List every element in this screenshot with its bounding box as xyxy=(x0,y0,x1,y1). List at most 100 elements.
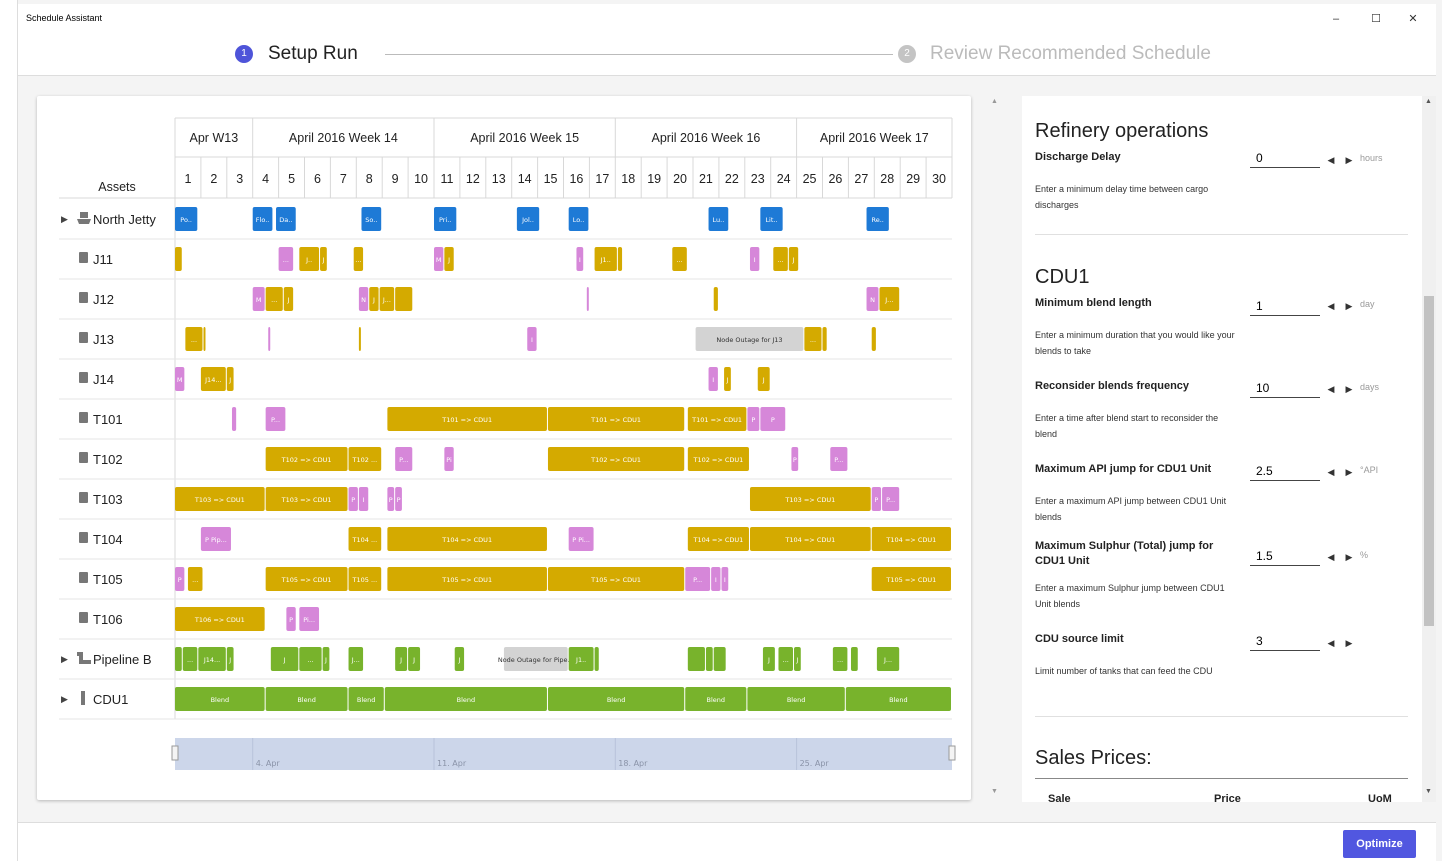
gantt-bar[interactable] xyxy=(586,287,589,311)
gantt-scrollbar[interactable]: ▲ ▼ xyxy=(988,96,1002,800)
min-blend-length-input[interactable] xyxy=(1250,296,1320,316)
scroll-down-icon[interactable]: ▼ xyxy=(991,788,998,795)
gantt-bar-label: T103 => CDU1 xyxy=(194,496,245,504)
scroll-up-icon[interactable]: ▲ xyxy=(991,98,998,105)
expand-icon[interactable]: ▶ xyxy=(61,655,68,665)
gantt-bar[interactable] xyxy=(358,327,361,351)
increment-icon[interactable]: ▶ xyxy=(1344,551,1354,563)
decrement-icon[interactable]: ◀ xyxy=(1326,637,1336,649)
row-label-t106[interactable]: T106 xyxy=(93,612,123,627)
gantt-bar-label: J xyxy=(228,656,231,664)
decrement-icon[interactable]: ◀ xyxy=(1326,300,1336,312)
gantt-bar[interactable] xyxy=(705,647,713,671)
row-label-j14[interactable]: J14 xyxy=(93,372,114,387)
max-api-jump-input[interactable] xyxy=(1250,461,1320,481)
increment-icon[interactable]: ▶ xyxy=(1344,300,1354,312)
gantt-bar-label: Pi... xyxy=(303,616,315,624)
gantt-bar[interactable] xyxy=(617,247,623,271)
decrement-icon[interactable]: ◀ xyxy=(1326,383,1336,395)
max-api-jump-label: Maximum API jump for CDU1 Unit xyxy=(1035,463,1212,475)
row-label-pipeline-b[interactable]: Pipeline B xyxy=(93,652,152,667)
optimize-button[interactable]: Optimize xyxy=(1343,830,1416,858)
row-label-north-jetty[interactable]: North Jetty xyxy=(93,212,156,227)
settings-scrollbar[interactable]: ▲ ▼ xyxy=(1422,96,1436,802)
tank-icon xyxy=(79,252,88,263)
gantt-bar[interactable] xyxy=(871,327,876,351)
gantt-bar[interactable] xyxy=(231,407,237,431)
discharge-delay-input[interactable] xyxy=(1250,148,1320,168)
day-label: 22 xyxy=(725,172,739,186)
gantt-bar[interactable] xyxy=(395,287,413,311)
cdu-source-limit-label: CDU source limit xyxy=(1035,633,1124,645)
row-label-j13[interactable]: J13 xyxy=(93,332,114,347)
left-edge xyxy=(0,0,18,861)
window-title: Schedule Assistant xyxy=(26,13,103,23)
cdu-source-limit-desc: Limit number of tanks that can feed the … xyxy=(1035,666,1213,676)
decrement-icon[interactable]: ◀ xyxy=(1326,154,1336,166)
reconsider-frequency-label: Reconsider blends frequency xyxy=(1035,380,1190,392)
tank-icon xyxy=(79,452,88,463)
gantt-bar-label: J xyxy=(792,256,795,264)
scroll-up-icon[interactable]: ▲ xyxy=(1425,98,1432,105)
gantt-bar-label: Blend xyxy=(357,696,376,704)
maximize-button[interactable]: ☐ xyxy=(1369,12,1383,26)
day-label: 24 xyxy=(777,172,791,186)
gantt-bar[interactable] xyxy=(850,647,858,671)
gantt-bar[interactable] xyxy=(203,327,206,351)
week-label: April 2016 Week 17 xyxy=(820,131,929,145)
row-label-j11[interactable]: J11 xyxy=(93,252,113,267)
row-label-t105[interactable]: T105 xyxy=(93,572,123,587)
row-label-t103[interactable]: T103 xyxy=(93,492,123,507)
gantt-bar[interactable] xyxy=(713,287,718,311)
gantt-bar-label: Blend xyxy=(607,696,626,704)
minimize-button[interactable]: – xyxy=(1329,12,1343,26)
navigator-label: 18. Apr xyxy=(618,759,648,768)
gantt-bar-label: M xyxy=(256,296,262,304)
gantt-bar-label: Node Outage for Pipe... xyxy=(498,656,574,664)
row-label-cdu1[interactable]: CDU1 xyxy=(93,692,128,707)
gantt-bar-label: ... xyxy=(191,336,197,344)
increment-icon[interactable]: ▶ xyxy=(1344,637,1354,649)
reconsider-frequency-input[interactable] xyxy=(1250,378,1320,398)
navigator-right-handle[interactable] xyxy=(948,745,956,761)
cdu-source-limit-input[interactable] xyxy=(1250,631,1320,651)
row-label-j12[interactable]: J12 xyxy=(93,292,114,307)
row-label-t104[interactable]: T104 xyxy=(93,532,123,547)
step-1-label[interactable]: Setup Run xyxy=(268,43,358,65)
decrement-icon[interactable]: ◀ xyxy=(1326,466,1336,478)
step-2-label[interactable]: Review Recommended Schedule xyxy=(930,43,1211,65)
increment-icon[interactable]: ▶ xyxy=(1344,383,1354,395)
scroll-thumb[interactable] xyxy=(1424,296,1434,626)
scroll-down-icon[interactable]: ▼ xyxy=(1425,788,1432,795)
gantt-bar-label: P xyxy=(793,456,797,464)
gantt-bar[interactable] xyxy=(268,327,271,351)
navigator-left-handle[interactable] xyxy=(171,745,179,761)
assets-header: Assets xyxy=(98,180,136,194)
sales-col-uom: UoM xyxy=(1368,793,1392,802)
day-label: 25 xyxy=(803,172,817,186)
day-label: 23 xyxy=(751,172,765,186)
expand-icon[interactable]: ▶ xyxy=(61,215,68,225)
timeline-navigator[interactable] xyxy=(175,738,952,770)
decrement-icon[interactable]: ◀ xyxy=(1326,551,1336,563)
gantt-bar[interactable] xyxy=(687,647,705,671)
sales-title: Sales Prices: xyxy=(1035,747,1152,769)
footer: Optimize xyxy=(18,822,1436,861)
gantt-chart: Apr W13 April 2016 Week 14 April 2016 Week… xyxy=(59,117,956,770)
gantt-bar[interactable] xyxy=(175,647,182,671)
day-label: 21 xyxy=(699,172,713,186)
gantt-bar[interactable] xyxy=(594,647,599,671)
expand-icon[interactable]: ▶ xyxy=(61,695,68,705)
row-label-t102[interactable]: T102 xyxy=(93,452,123,467)
gantt-bar[interactable] xyxy=(175,247,182,271)
max-sulphur-jump-input[interactable] xyxy=(1250,546,1320,566)
gantt-bar-label: P... xyxy=(271,416,280,424)
week-label: Apr W13 xyxy=(190,131,239,145)
close-button[interactable]: ✕ xyxy=(1406,12,1420,26)
gantt-bar-label: Pi xyxy=(446,456,452,464)
gantt-bar[interactable] xyxy=(713,647,726,671)
gantt-bar[interactable] xyxy=(822,327,827,351)
row-label-t101[interactable]: T101 xyxy=(93,412,123,427)
increment-icon[interactable]: ▶ xyxy=(1344,466,1354,478)
increment-icon[interactable]: ▶ xyxy=(1344,154,1354,166)
